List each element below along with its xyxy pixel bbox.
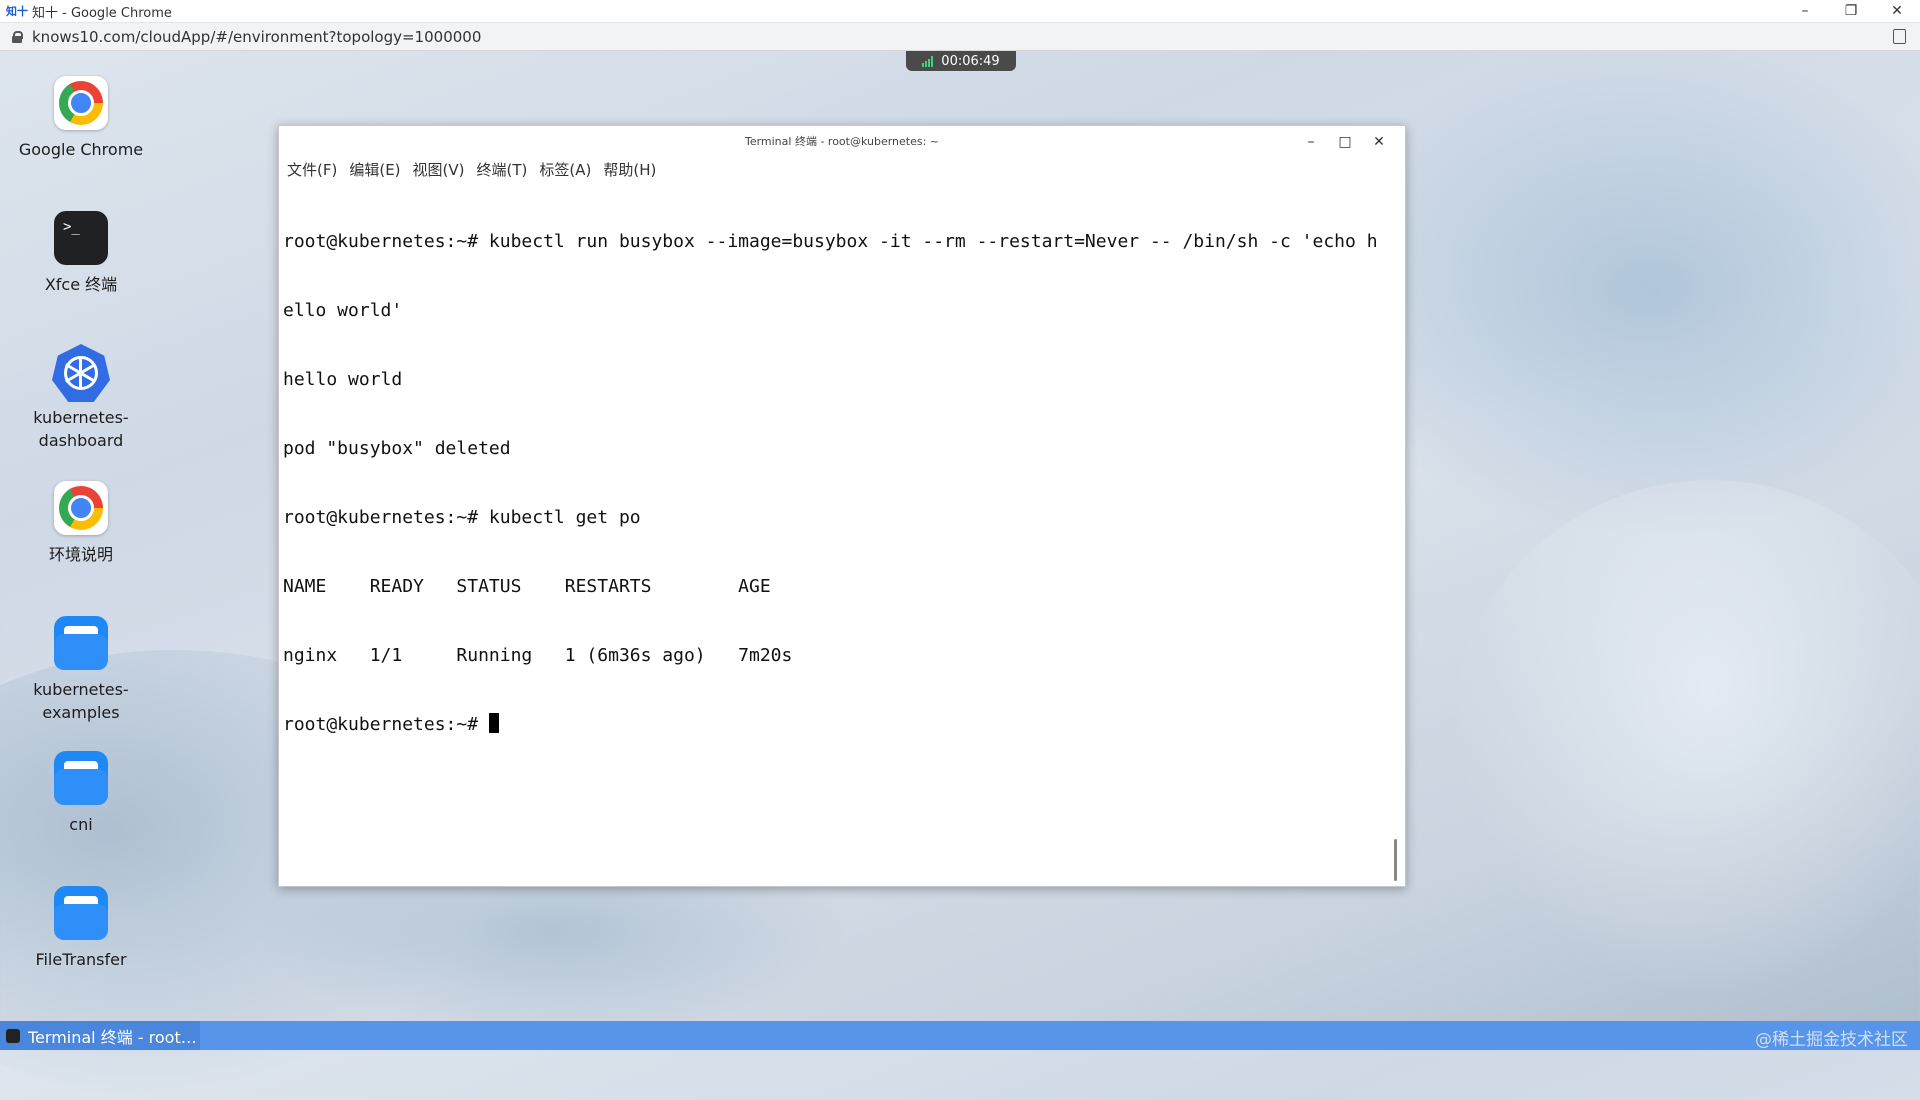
terminal-window[interactable]: Terminal 终端 - root@kubernetes: ~ – □ ✕ 文… (278, 125, 1406, 887)
terminal-maximize-button[interactable]: □ (1331, 126, 1359, 158)
watermark: @稀土掘金技术社区 (1755, 1030, 1908, 1050)
kubernetes-icon (52, 344, 110, 402)
desktop-icon-label: kubernetes- (33, 408, 129, 427)
clipboard-icon[interactable] (1893, 29, 1906, 44)
terminal-line: hello world (283, 369, 403, 390)
terminal-cursor (488, 713, 499, 733)
desktop-icon-filetransfer[interactable]: FileTransfer (10, 886, 152, 971)
lock-icon[interactable] (12, 30, 23, 43)
terminal-minimize-button[interactable]: – (1297, 126, 1325, 158)
menu-tabs[interactable]: 标签(A) (539, 159, 591, 180)
desktop-icon-label: kubernetes- (33, 680, 129, 699)
terminal-prompt: root@kubernetes:~# (283, 714, 489, 735)
desktop-icon-cni[interactable]: cni (10, 751, 152, 836)
terminal-line: root@kubernetes:~# kubectl run busybox -… (283, 231, 1378, 252)
desktop-icon-kubernetes-dashboard[interactable]: kubernetes- dashboard (10, 344, 152, 452)
taskbar-item-label: Terminal 终端 - root… (28, 1027, 197, 1047)
desktop-icon-label: 环境说明 (48, 545, 113, 564)
browser-title: 知十 - Google Chrome (32, 5, 172, 21)
desktop-icon-xfce-terminal[interactable]: >_ Xfce 终端 (10, 211, 152, 296)
taskbar: Terminal 终端 - root… @稀土掘金技术社区 (0, 1021, 1920, 1050)
menu-view[interactable]: 视图(V) (413, 159, 465, 180)
folder-icon (54, 616, 108, 670)
terminal-title-bar[interactable]: Terminal 终端 - root@kubernetes: ~ – □ ✕ (279, 126, 1405, 158)
folder-icon (54, 751, 108, 805)
menu-edit[interactable]: 编辑(E) (349, 159, 400, 180)
chrome-icon (54, 76, 108, 130)
address-bar[interactable]: knows10.com/cloudApp/#/environment?topol… (0, 23, 1920, 51)
terminal-icon (6, 1028, 20, 1043)
menu-terminal[interactable]: 终端(T) (477, 159, 528, 180)
terminal-prompt-line[interactable]: root@kubernetes:~# (283, 713, 1401, 736)
chrome-icon (54, 481, 108, 535)
desktop-icon-google-chrome[interactable]: Google Chrome (10, 76, 152, 161)
desktop-icon-label: examples (42, 703, 120, 722)
desktop-icon-kubernetes-examples[interactable]: kubernetes- examples (10, 616, 152, 724)
terminal-line: NAME READY STATUS RESTARTS AGE (283, 576, 771, 597)
desktop-icon-label: cni (69, 815, 93, 834)
desktop-icon-label: FileTransfer (35, 950, 127, 969)
terminal-line: pod "busybox" deleted (283, 438, 511, 459)
terminal-title: Terminal 终端 - root@kubernetes: ~ (744, 135, 940, 148)
browser-title-bar: 知十 知十 - Google Chrome – ❐ ✕ (0, 0, 1920, 23)
browser-minimize-button[interactable]: – (1782, 0, 1828, 22)
session-timer: 00:06:49 (906, 51, 1016, 71)
terminal-line: nginx 1/1 Running 1 (6m36s ago) 7m20s (283, 645, 793, 666)
site-logo-icon: 知十 (6, 5, 28, 18)
terminal-menu-bar: 文件(F) 编辑(E) 视图(V) 终端(T) 标签(A) 帮助(H) (279, 158, 1405, 180)
url-text[interactable]: knows10.com/cloudApp/#/environment?topol… (32, 28, 481, 46)
browser-restore-button[interactable]: ❐ (1828, 0, 1874, 22)
terminal-close-button[interactable]: ✕ (1365, 126, 1393, 158)
folder-icon (54, 886, 108, 940)
signal-icon (922, 55, 934, 67)
terminal-icon: >_ (54, 211, 108, 265)
desktop-icon-label: Google Chrome (18, 140, 144, 159)
browser-window-controls: – ❐ ✕ (1782, 0, 1920, 22)
taskbar-item-terminal[interactable]: Terminal 终端 - root… (0, 1021, 200, 1050)
terminal-output[interactable]: root@kubernetes:~# kubectl run busybox -… (279, 180, 1405, 782)
timer-value: 00:06:49 (941, 53, 1000, 69)
menu-help[interactable]: 帮助(H) (603, 159, 656, 180)
terminal-line: ello world' (283, 300, 403, 321)
terminal-line: root@kubernetes:~# kubectl get po (283, 507, 641, 528)
desktop-icon-env-doc[interactable]: 环境说明 (10, 481, 152, 566)
terminal-scrollbar[interactable] (1394, 839, 1397, 881)
desktop-icon-label: Xfce 终端 (44, 275, 118, 294)
menu-file[interactable]: 文件(F) (287, 159, 337, 180)
browser-close-button[interactable]: ✕ (1874, 0, 1920, 22)
terminal-window-controls: – □ ✕ (1297, 126, 1393, 158)
desktop-icon-label: dashboard (38, 431, 124, 450)
